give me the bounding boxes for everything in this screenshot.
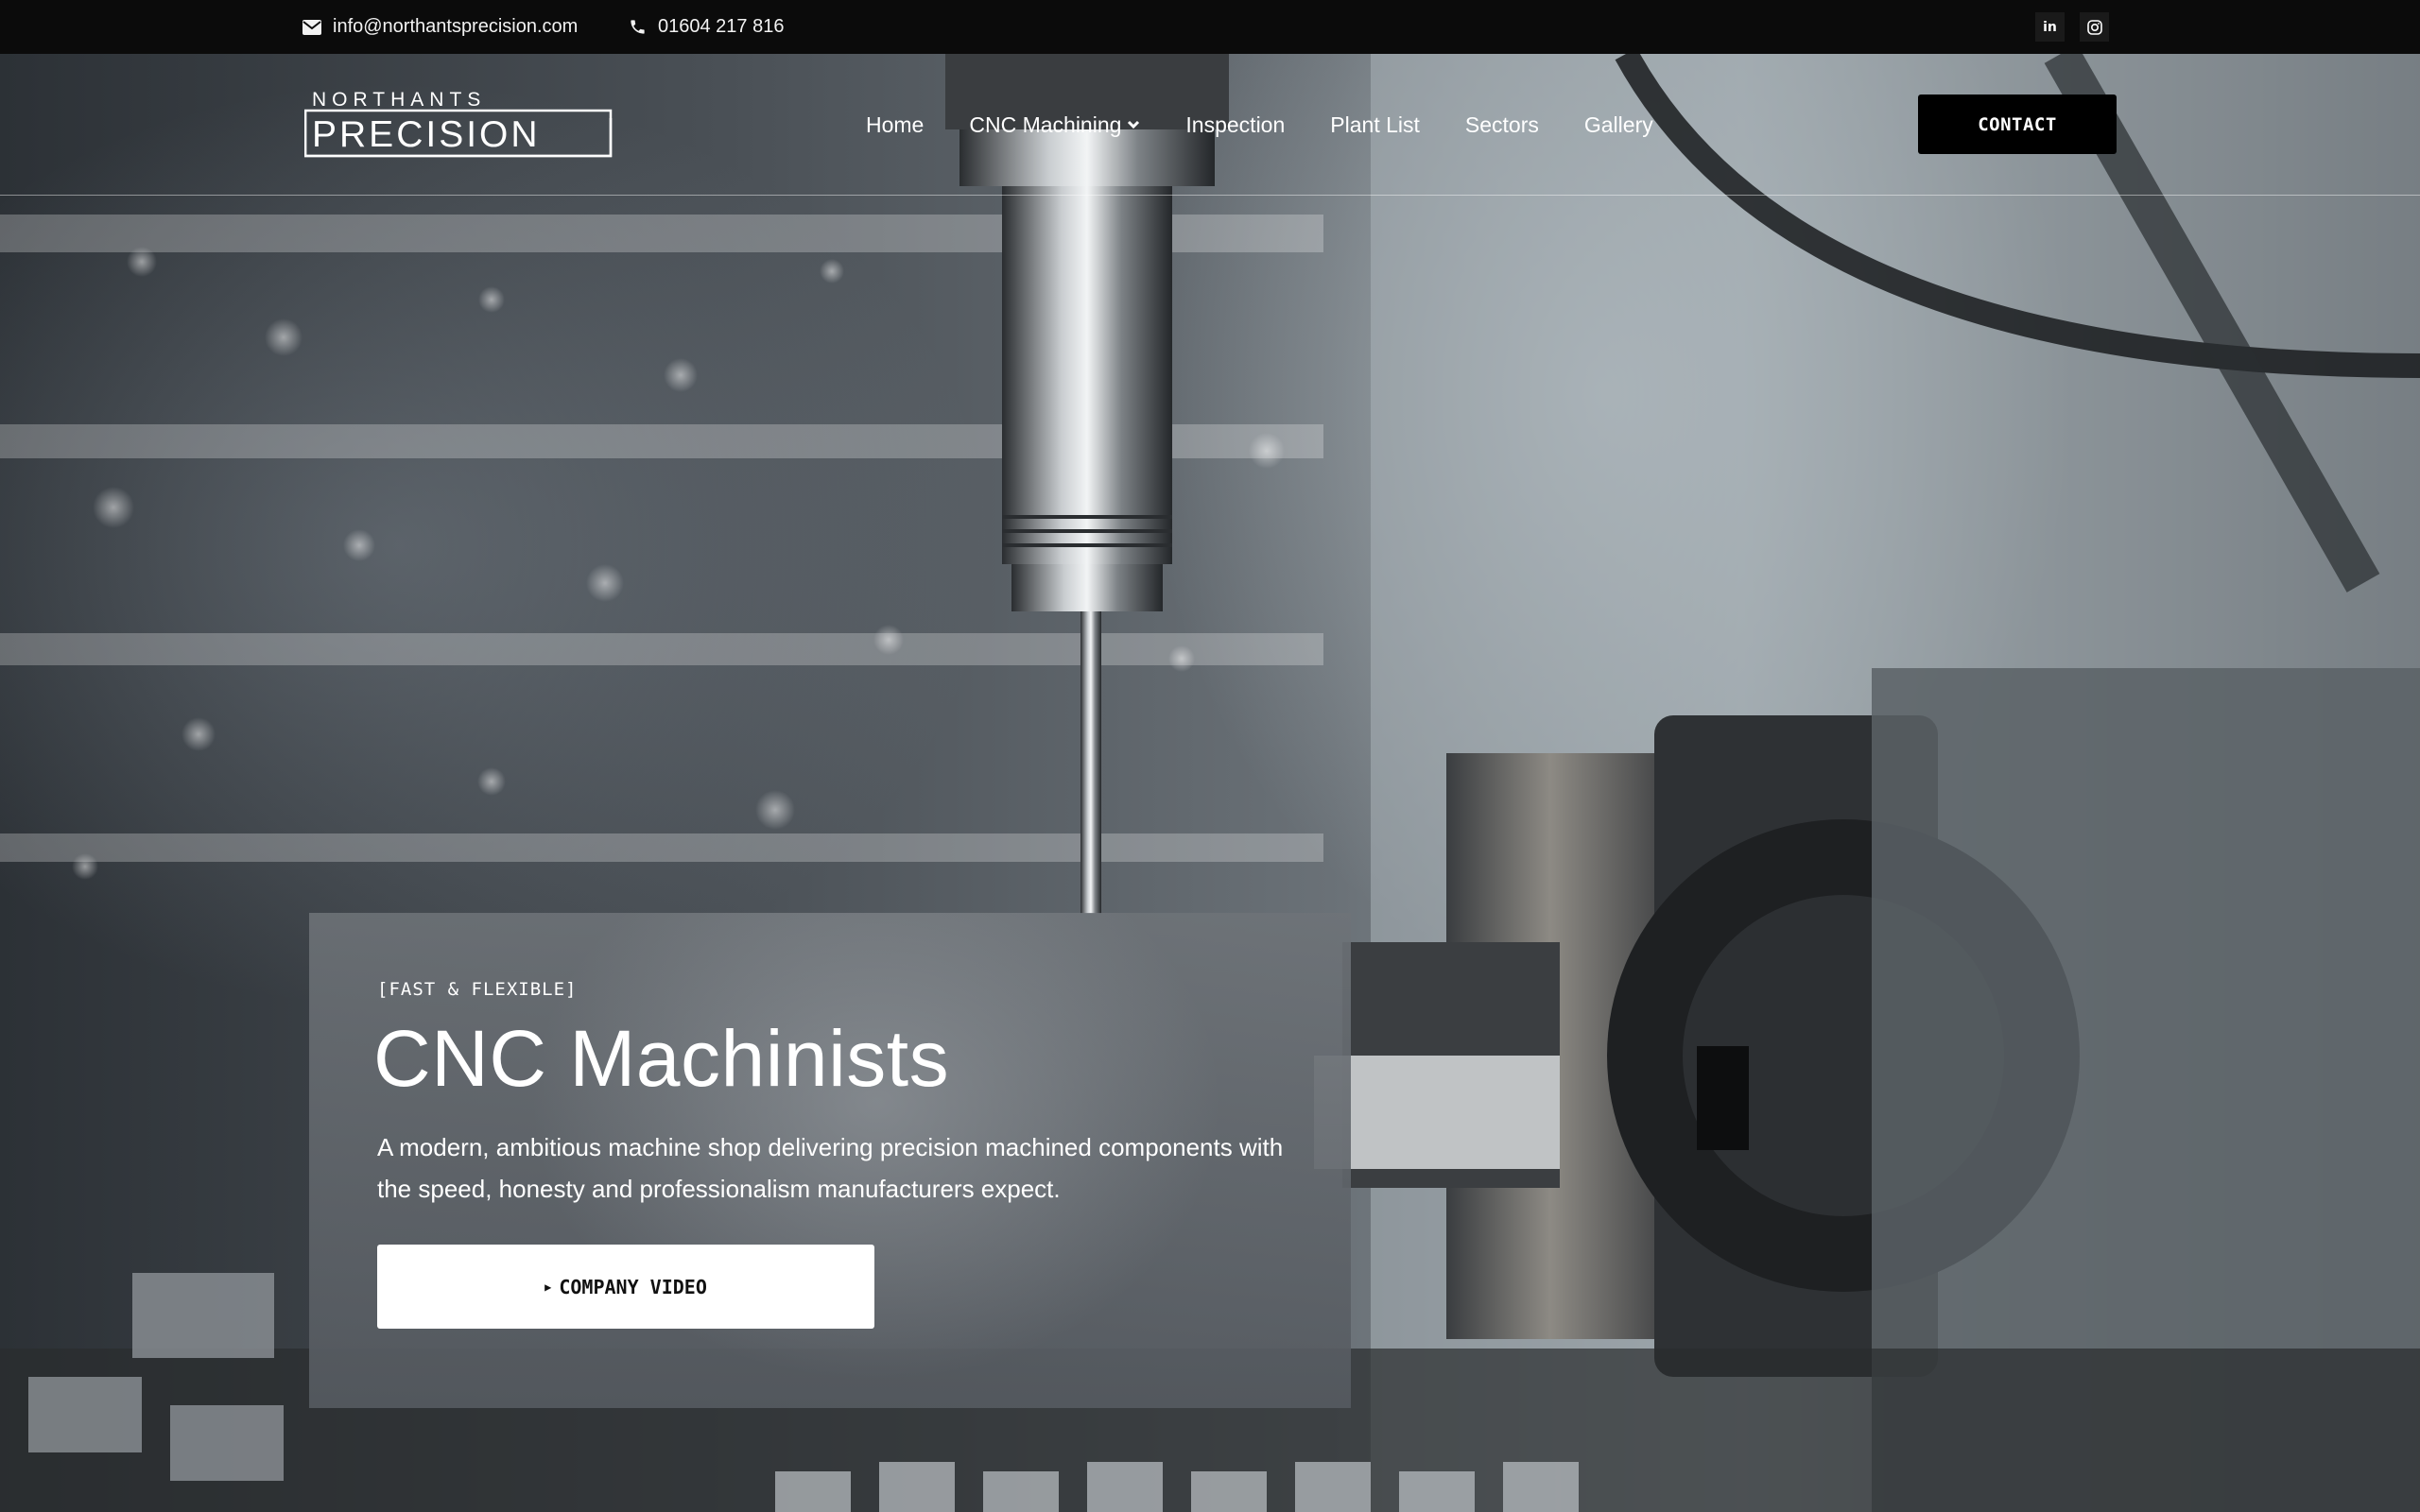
site-header: NORTHANTS PRECISION Home CNC Machining I…: [0, 54, 2420, 196]
instagram-glyph: [2086, 19, 2102, 35]
top-bar: info@northantsprecision.com 01604 217 81…: [0, 0, 2420, 54]
nav-label: Home: [866, 112, 925, 137]
nav-item-cnc-machining[interactable]: CNC Machining: [946, 112, 1163, 138]
phone-text: 01604 217 816: [658, 16, 785, 37]
company-video-button[interactable]: ▶ COMPANY VIDEO: [377, 1245, 874, 1329]
contact-button-label: CONTACT: [1978, 113, 2057, 135]
svg-text:PRECISION: PRECISION: [312, 114, 541, 155]
play-icon: ▶: [544, 1280, 552, 1294]
nav-label: Sectors: [1464, 112, 1539, 137]
nav-item-sectors[interactable]: Sectors: [1443, 112, 1562, 138]
email-link[interactable]: info@northantsprecision.com: [302, 0, 578, 54]
nav-item-plant-list[interactable]: Plant List: [1307, 112, 1443, 138]
hero-description: A modern, ambitious machine shop deliver…: [377, 1133, 1284, 1203]
hero-title: CNC Machinists: [373, 1014, 950, 1103]
nav-label: CNC Machining: [969, 112, 1122, 137]
phone-icon: [631, 20, 645, 34]
nav-item-home[interactable]: Home: [866, 112, 946, 138]
phone-link[interactable]: 01604 217 816: [629, 0, 784, 54]
email-text: info@northantsprecision.com: [333, 16, 579, 37]
svg-text:NORTHANTS: NORTHANTS: [312, 90, 486, 111]
chevron-down-icon: [1128, 120, 1140, 129]
company-video-label: COMPANY VIDEO: [559, 1275, 707, 1298]
hero-eyebrow: [FAST & FLEXIBLE]: [377, 979, 578, 1000]
nav-label: Gallery: [1583, 112, 1653, 137]
nav-item-inspection[interactable]: Inspection: [1163, 112, 1307, 138]
nav-label: Plant List: [1330, 112, 1420, 137]
main-nav: Home CNC Machining Inspection Plant List…: [866, 54, 1676, 196]
hero-card: [FAST & FLEXIBLE] CNC Machinists A moder…: [309, 913, 1351, 1408]
envelope-icon: [302, 19, 321, 35]
linkedin-label: in: [2043, 19, 2057, 35]
nav-item-gallery[interactable]: Gallery: [1562, 112, 1676, 138]
linkedin-icon[interactable]: in: [2035, 12, 2065, 42]
northants-precision-logo[interactable]: NORTHANTS PRECISION: [304, 90, 613, 158]
contact-button[interactable]: CONTACT: [1918, 94, 2117, 154]
nav-label: Inspection: [1185, 112, 1286, 137]
instagram-icon[interactable]: [2080, 12, 2109, 42]
